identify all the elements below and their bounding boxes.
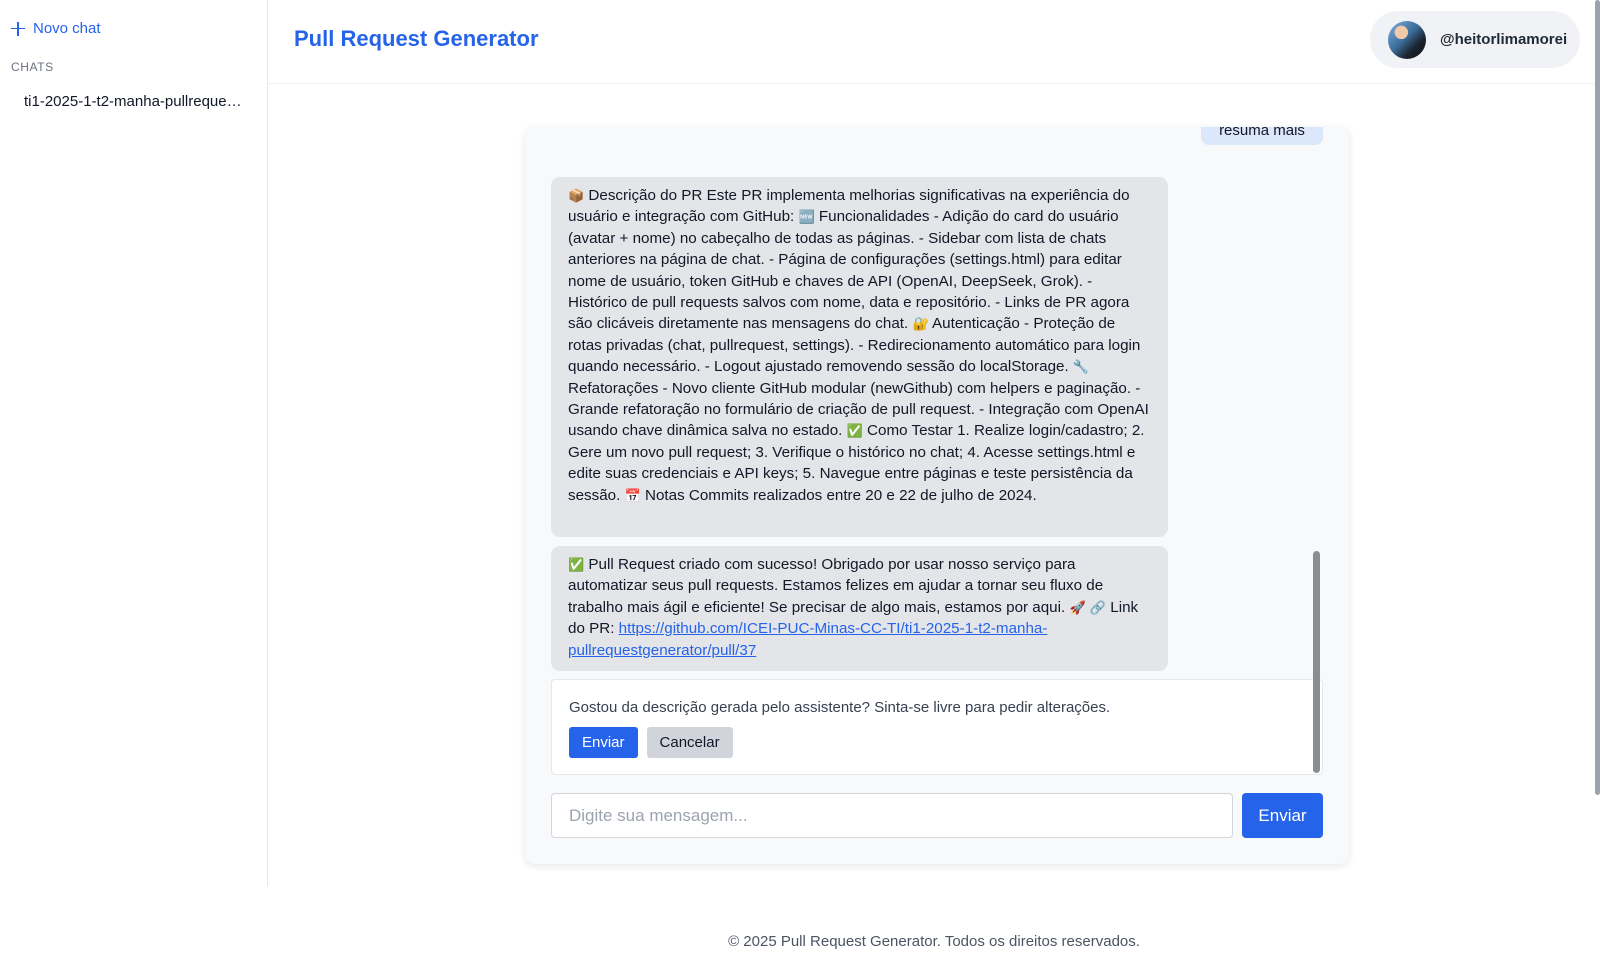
message-input[interactable] <box>551 793 1233 838</box>
sidebar: Novo chat CHATS ti1-2025-1-t2-manha-pull… <box>0 0 268 886</box>
chat-scrollbar[interactable] <box>1313 551 1320 773</box>
footer: © 2025 Pull Request Generator. Todos os … <box>728 933 1140 950</box>
bot-text-part: Funcionalidades - Adição do card do usuá… <box>568 208 1130 333</box>
feedback-text: Gostou da descrição gerada pelo assisten… <box>569 699 1111 716</box>
feedback-send-button[interactable]: Enviar <box>569 727 638 758</box>
wrench-icon: 🔧 <box>1072 359 1090 375</box>
user-card[interactable]: @heitorlimamorei <box>1370 11 1580 68</box>
username: @heitorlimamorei <box>1440 31 1568 48</box>
package-icon: 📦 <box>568 188 585 203</box>
lock-icon: 🔐 <box>912 316 929 332</box>
send-button[interactable]: Enviar <box>1242 793 1323 838</box>
bot-text-part: Notas Commits realizados entre 20 e 22 d… <box>644 486 1037 504</box>
app-title[interactable]: Pull Request Generator <box>294 26 539 52</box>
sidebar-chat-item[interactable]: ti1-2025-1-t2-manha-pullrequestgenerator <box>24 93 246 110</box>
rocket-icon: 🚀 <box>1069 599 1086 615</box>
feedback-box: Gostou da descrição gerada pelo assisten… <box>551 679 1323 775</box>
new-icon: 🆕 <box>798 209 815 225</box>
user-message: resuma mais <box>1201 127 1323 145</box>
new-chat-button[interactable]: Novo chat <box>11 20 101 37</box>
check-icon: ✅ <box>846 423 863 439</box>
pr-link[interactable]: https://github.com/ICEI-PUC-Minas-CC-TI/… <box>568 620 1047 658</box>
top-header: Pull Request Generator @heitorlimamorei <box>268 0 1600 84</box>
success-text: Pull Request criado com sucesso! Obrigad… <box>568 556 1104 616</box>
feedback-cancel-button[interactable]: Cancelar <box>646 727 733 758</box>
avatar <box>1388 20 1426 59</box>
plus-icon <box>11 21 25 36</box>
check-icon: ✅ <box>568 557 585 572</box>
bot-message-description: 📦 Descrição do PR Este PR implementa mel… <box>551 177 1168 537</box>
page-scrollbar[interactable] <box>1595 0 1600 795</box>
bot-message-success: ✅ Pull Request criado com sucesso! Obrig… <box>551 546 1168 671</box>
chats-heading: CHATS <box>11 60 54 74</box>
calendar-icon: 📅 <box>624 487 641 503</box>
chat-panel: resuma mais 📦 Descrição do PR Este PR im… <box>525 127 1349 864</box>
message-composer: Enviar <box>551 793 1323 838</box>
link-icon: 🔗 <box>1089 599 1107 615</box>
feedback-buttons: Enviar Cancelar <box>569 727 733 758</box>
new-chat-label: Novo chat <box>33 20 101 37</box>
